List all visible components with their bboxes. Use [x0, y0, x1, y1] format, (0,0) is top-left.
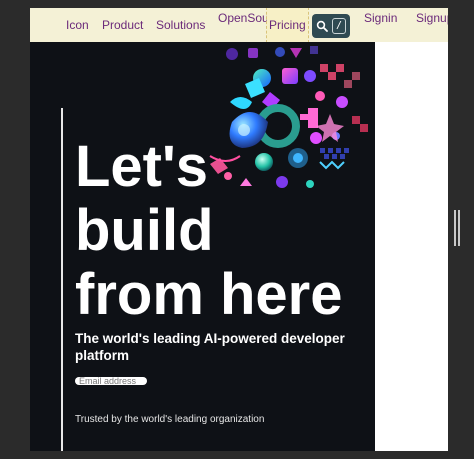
headline-line-1: Let's [75, 134, 209, 199]
hero-headline: Let's build from here [75, 135, 375, 327]
scrollbar-grip[interactable] [450, 210, 464, 246]
nav-link-open-source[interactable]: Open Source [218, 8, 285, 42]
hero-section: Let's build from here The world's leadin… [30, 42, 375, 451]
hero-subheadline: The world's leading AI-powered developer… [75, 331, 345, 363]
nav-link-icon[interactable]: Icon [66, 8, 89, 42]
browser-viewport: Icon Product Solutions Open Source Prici… [30, 8, 448, 451]
headline-line-2: build [75, 198, 214, 263]
top-navbar: Icon Product Solutions Open Source Prici… [30, 8, 448, 43]
headline-line-3: from here [75, 262, 343, 327]
scrollbar-grip-line-left [454, 210, 456, 246]
nav-sign-up-line1: Sign [416, 11, 441, 25]
nav-open-source-line1: Open [218, 11, 248, 25]
nav-sign-in-line2: in [388, 11, 398, 25]
accent-vertical-line [61, 108, 63, 451]
nav-sign-up-line2: up [440, 11, 448, 25]
scrollbar-grip-line-right [458, 210, 460, 246]
nav-link-sign-in[interactable]: Sign in [364, 8, 404, 42]
nav-link-pricing[interactable]: Pricing [266, 8, 309, 43]
trusted-by-text: Trusted by the world's leading organizat… [75, 414, 265, 425]
nav-sign-in-line1: Sign [364, 11, 389, 25]
nav-link-product[interactable]: Product [102, 8, 143, 42]
search-icon [316, 20, 328, 32]
email-input[interactable] [75, 377, 147, 385]
search-shortcut-key: / [332, 18, 346, 34]
nav-link-sign-up[interactable]: Sign up [416, 8, 448, 42]
nav-link-solutions[interactable]: Solutions [156, 8, 205, 42]
search-button[interactable]: / [312, 14, 350, 38]
